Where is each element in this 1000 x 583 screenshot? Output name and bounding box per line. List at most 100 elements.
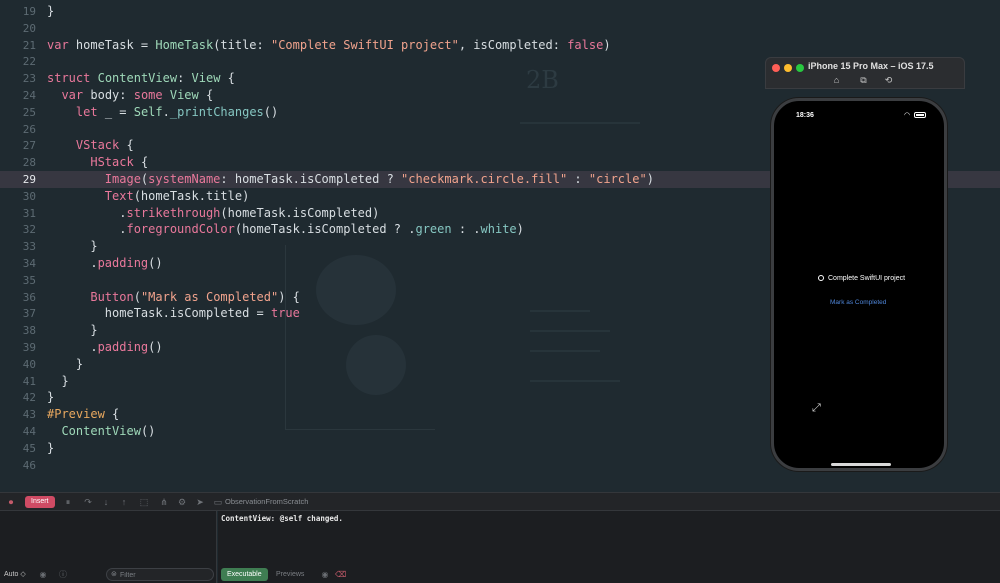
code-text[interactable]: let _ = Self._printChanges() <box>47 104 278 121</box>
code-line[interactable]: 20 <box>0 20 1000 37</box>
line-number: 30 <box>22 189 36 203</box>
line-number: 20 <box>22 21 36 35</box>
eye-icon[interactable]: ◉ <box>38 570 48 580</box>
code-token: padding <box>97 340 149 354</box>
code-text[interactable]: Text(homeTask.title) <box>47 188 250 205</box>
code-text[interactable]: ContentView() <box>47 423 155 440</box>
line-number: 43 <box>22 408 36 422</box>
line-number: 35 <box>22 273 36 287</box>
filter-icon: ⊜ <box>111 571 117 578</box>
dynamic-island <box>836 110 882 122</box>
minimize-button[interactable] <box>784 64 792 72</box>
trash-icon[interactable]: ⌫ <box>335 570 346 580</box>
code-token: Text <box>104 188 134 203</box>
tab-previews[interactable]: Previews <box>270 568 310 581</box>
code-token: _printChanges <box>169 104 264 119</box>
code-text[interactable]: var homeTask = HomeTask(title: "Complete… <box>47 37 611 54</box>
code-token: HStack <box>90 155 134 170</box>
code-token: , isCompleted: <box>458 37 568 52</box>
view-debugger-icon[interactable]: ⬚ <box>138 496 150 508</box>
variables-view[interactable]: Auto ◇ ◉ ⓘ ⊜ <box>0 511 217 583</box>
code-text[interactable]: } <box>47 440 54 457</box>
code-text[interactable]: .foregroundColor(homeTask.isCompleted ? … <box>47 221 524 238</box>
line-number: 41 <box>22 374 36 388</box>
code-text[interactable]: VStack { <box>47 137 134 154</box>
simulator-title: iPhone 15 Pro Max – iOS 17.5 <box>808 61 934 71</box>
eye-icon[interactable]: ◉ <box>320 570 330 580</box>
code-token: . <box>47 205 127 220</box>
code-line[interactable]: 21 var homeTask = HomeTask(title: "Comple… <box>0 37 1000 54</box>
code-text[interactable]: } <box>47 238 97 255</box>
code-text[interactable]: HStack { <box>47 154 148 171</box>
code-text[interactable]: .padding() <box>47 339 162 356</box>
variables-filter[interactable]: ⊜ <box>106 568 214 581</box>
line-number: 19 <box>22 5 36 18</box>
line-number: 37 <box>22 307 36 321</box>
code-text[interactable]: } <box>47 356 83 373</box>
code-token: . <box>162 104 170 119</box>
code-token: : . <box>451 222 481 237</box>
code-token: systemName <box>148 172 221 186</box>
rotate-icon[interactable]: ⟲ <box>883 75 894 86</box>
code-token: . <box>47 340 98 354</box>
code-text[interactable]: } <box>47 3 54 20</box>
memory-graph-icon[interactable]: ⋔ <box>158 496 170 508</box>
code-text[interactable]: } <box>47 373 68 390</box>
location-icon[interactable]: ➤ <box>194 496 206 508</box>
scheme-name[interactable]: ObservationFromScratch <box>225 496 308 508</box>
wifi-icon: ◠ <box>903 112 912 119</box>
code-token: padding <box>97 256 149 270</box>
code-text[interactable]: #Preview { <box>47 406 119 423</box>
code-token: #Preview <box>47 407 105 422</box>
code-token: { <box>119 138 134 153</box>
code-text[interactable]: homeTask.isCompleted = true <box>47 305 300 322</box>
debug-bar: ⏺ Insert ⏸ ↷ ↓ ↑ ⬚ ⋔ ⚙ ➤ ▭ ObservationFr… <box>0 492 1000 511</box>
code-text[interactable]: var body: some View { <box>47 87 213 104</box>
code-token: } <box>47 4 55 18</box>
close-button[interactable] <box>772 64 780 72</box>
code-text[interactable]: } <box>47 389 54 406</box>
code-text[interactable]: .padding() <box>47 255 162 272</box>
status-time: 18:36 <box>796 112 814 119</box>
circle-icon <box>818 275 824 281</box>
code-line[interactable]: 19} <box>0 3 1000 20</box>
code-text[interactable]: .strikethrough(homeTask.isCompleted) <box>47 205 379 222</box>
scope-selector[interactable]: Auto ◇ <box>4 570 26 578</box>
breakpoints-toggle-icon[interactable]: ⏺ <box>5 496 17 508</box>
environment-overrides-icon[interactable]: ⚙ <box>176 496 188 508</box>
step-into-icon[interactable]: ↓ <box>100 496 112 508</box>
code-token: homeTask.isCompleted = <box>47 306 271 321</box>
step-over-icon[interactable]: ↷ <box>82 496 94 508</box>
pause-icon[interactable]: ⏸ <box>62 496 74 508</box>
code-token: () <box>140 424 156 438</box>
mark-as-completed-button[interactable]: Mark as Completed <box>830 299 886 306</box>
iphone-simulator-screen[interactable]: 18:36 ◠ Complete SwiftUI project Mark as… <box>771 98 947 471</box>
line-number: 40 <box>22 357 36 371</box>
variables-filter-input[interactable] <box>120 570 210 580</box>
code-text[interactable]: Image(systemName: homeTask.isCompleted ?… <box>47 171 654 188</box>
home-indicator[interactable] <box>831 463 891 466</box>
line-number: 22 <box>22 55 36 69</box>
code-text[interactable]: } <box>47 322 97 339</box>
expand-icon[interactable]: ⤢ <box>812 402 824 414</box>
console[interactable]: ContentView: @self changed. Executable P… <box>218 511 1000 583</box>
home-icon[interactable]: ⌂ <box>831 75 842 86</box>
code-token: "Mark as Completed" <box>140 289 279 304</box>
code-token: } <box>47 390 55 405</box>
code-text[interactable]: struct ContentView: View { <box>47 70 235 87</box>
code-token: ) <box>646 172 654 186</box>
tab-executable[interactable]: Executable <box>221 568 268 581</box>
zoom-button[interactable] <box>796 64 804 72</box>
battery-icon <box>914 112 926 119</box>
code-token: homeTask = <box>68 37 156 52</box>
screenshot-icon[interactable]: ⧉ <box>858 75 869 86</box>
code-token: : homeTask.isCompleted ? <box>220 172 402 186</box>
code-text[interactable]: Button("Mark as Completed") { <box>47 289 300 306</box>
info-icon[interactable]: ⓘ <box>58 570 68 580</box>
simulator-window-toolbar[interactable]: iPhone 15 Pro Max – iOS 17.5 ⌂ ⧉ ⟲ <box>765 57 965 89</box>
step-out-icon[interactable]: ↑ <box>118 496 130 508</box>
code-token: white <box>480 222 517 237</box>
